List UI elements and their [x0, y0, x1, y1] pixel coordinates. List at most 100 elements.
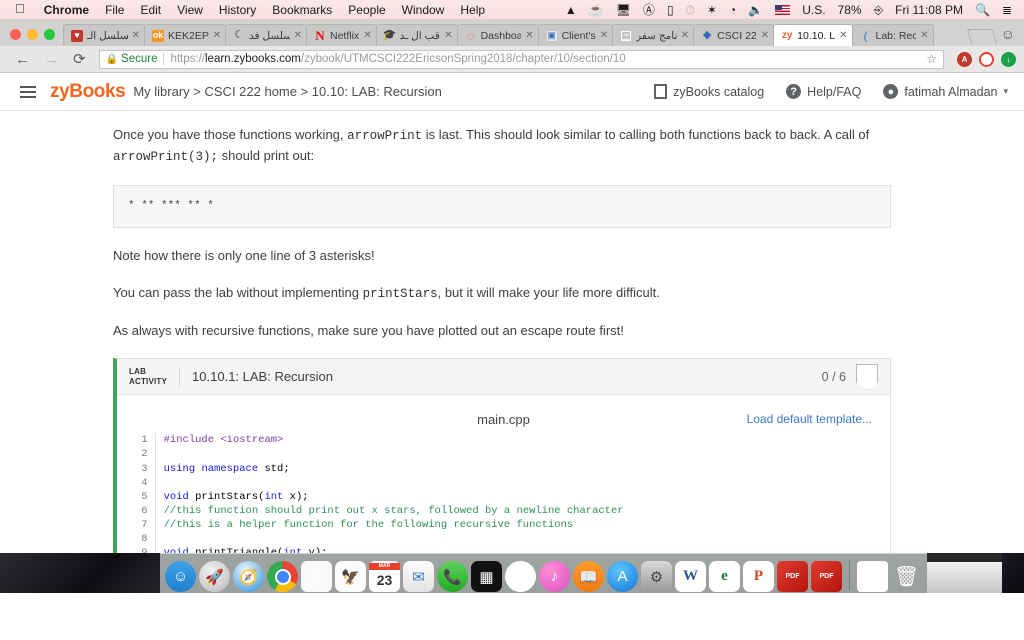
wifi-icon[interactable]: ◔	[723, 4, 742, 16]
zybooks-catalog-link[interactable]: zyBooks catalog	[654, 84, 764, 99]
input-source-label[interactable]: U.S.	[796, 3, 831, 17]
browser-tab[interactable]: ♥ مسلسل الـ✕	[63, 24, 145, 46]
address-bar[interactable]: 🔒 Secure https:// learn.zybooks.com /zyb…	[98, 49, 944, 69]
triangle-icon[interactable]: ▲	[559, 4, 583, 16]
close-tab-icon[interactable]: ✕	[835, 30, 847, 41]
browser-tab[interactable]: ☾ مسلسل فد✕	[225, 24, 307, 46]
menu-bar-clock[interactable]: Fri 11:08 PM	[889, 3, 969, 17]
browser-tab[interactable]: ▤برنامج سفر✕	[612, 24, 695, 46]
pdf-reader-icon[interactable]: PDF	[777, 561, 808, 592]
battery-percent[interactable]: 78%	[832, 3, 868, 17]
menu-item-people[interactable]: People	[340, 3, 393, 17]
load-default-template-link[interactable]: Load default template...	[747, 412, 872, 426]
calendar-icon[interactable]: MAR 23	[369, 561, 400, 592]
photos-icon[interactable]: ❀	[505, 561, 536, 592]
browser-tab[interactable]: 🎓مناقب ال ـد✕	[375, 24, 458, 46]
bluetooth-icon[interactable]: ✶	[701, 4, 723, 16]
download-icon[interactable]: ↓	[1001, 51, 1016, 67]
lab-activity-tag: LAB ACTIVITY	[129, 367, 167, 387]
menu-item-view[interactable]: View	[169, 3, 211, 17]
app-store-icon[interactable]: A	[607, 561, 638, 592]
close-window-button[interactable]	[10, 29, 21, 40]
code-line: using namespace std;	[163, 462, 290, 475]
close-tab-icon[interactable]: ✕	[440, 30, 452, 41]
search-icon[interactable]: 🔍	[969, 4, 996, 16]
battery-charging-icon[interactable]: ⎆	[868, 4, 890, 16]
coffee-cup-icon[interactable]: ☕	[583, 4, 610, 16]
account-icon[interactable]: ☺	[995, 26, 1024, 46]
volume-icon[interactable]: 🔈	[742, 4, 769, 16]
netflix-icon: N	[315, 29, 325, 42]
launchpad-grid-icon[interactable]: ⠿	[301, 561, 332, 592]
menu-item-help[interactable]: Help	[452, 3, 493, 17]
browser-tab[interactable]: ◌ Dashboa ✕	[456, 24, 539, 46]
browser-tab[interactable]: ok KEK2EPI ✕	[144, 24, 226, 46]
evernote-icon[interactable]: Ⓐ	[637, 4, 661, 16]
chrome-icon[interactable]	[267, 561, 298, 592]
forward-button[interactable]: →	[37, 51, 66, 68]
new-tab-button[interactable]	[966, 29, 998, 44]
close-tab-icon[interactable]: ✕	[596, 30, 608, 41]
display-icon[interactable]: 🖥	[610, 4, 637, 16]
apple-menu-icon[interactable]: 	[6, 1, 36, 18]
browser-tab[interactable]: (Lab: Rec ✕	[851, 24, 934, 46]
menu-item-file[interactable]: File	[97, 3, 132, 17]
lab-activity-score: 0 / 6	[821, 369, 846, 384]
hamburger-menu-icon[interactable]	[16, 85, 50, 98]
mail-icon[interactable]: ✉	[403, 561, 434, 592]
close-tab-icon[interactable]: ✕	[209, 30, 221, 41]
launchpad-icon[interactable]: 🚀	[199, 561, 230, 592]
tab-title: مسلسل الـ	[87, 29, 128, 42]
word-icon[interactable]: W	[675, 561, 706, 592]
browser-tab[interactable]: ▣ Client's ✕	[537, 24, 614, 46]
browser-tab[interactable]: ◆ CSCI 22 ✕	[693, 24, 775, 46]
user-menu[interactable]: ● fatimah Almadan ▾	[883, 84, 1008, 99]
menu-item-history[interactable]: History	[211, 3, 264, 17]
preview-icon[interactable]: 🦅	[335, 561, 366, 592]
finder-icon[interactable]: ☺	[165, 561, 196, 592]
input-source-flag[interactable]	[769, 4, 796, 15]
menu-item-window[interactable]: Window	[394, 3, 453, 17]
powerpoint-icon[interactable]: P	[743, 561, 774, 592]
close-tab-icon[interactable]: ✕	[757, 30, 769, 41]
reload-button[interactable]: ⟳	[66, 50, 93, 68]
menu-item-chrome[interactable]: Chrome	[36, 3, 97, 17]
close-tab-icon[interactable]: ✕	[359, 30, 371, 41]
itunes-library-icon[interactable]: ▦	[471, 561, 502, 592]
facetime-icon[interactable]: 📞	[437, 561, 468, 592]
close-tab-icon[interactable]: ✕	[290, 30, 302, 41]
close-tab-icon[interactable]: ✕	[916, 30, 928, 41]
safari-icon[interactable]: 🧭	[233, 561, 264, 592]
line-number: 5	[141, 490, 148, 503]
bookmark-star-icon[interactable]: ☆	[920, 52, 937, 66]
zybooks-catalog-label: zyBooks catalog	[673, 84, 765, 99]
close-tab-icon[interactable]: ✕	[677, 30, 689, 41]
browser-tab[interactable]: zy 10.10. L ✕	[773, 24, 853, 46]
macos-dock-area: ☺ 🚀 🧭 ⠿ 🦅 MAR 23 ✉ 📞 ▦ ❀ ♪ 📖 A ⚙ We P PDF PDF 🗎 🗑	[0, 553, 1024, 593]
omnibox-divider	[163, 53, 165, 65]
clock-icon[interactable]: ⏱	[680, 4, 701, 16]
documents-stack-icon[interactable]: 🗎	[857, 561, 888, 592]
zybooks-logo[interactable]: zyBooks	[50, 81, 126, 103]
help-faq-link[interactable]: ? Help/FAQ	[786, 84, 861, 99]
close-tab-icon[interactable]: ✕	[521, 30, 533, 41]
adblock-plus-icon[interactable]: A	[957, 51, 972, 67]
menu-item-edit[interactable]: Edit	[132, 3, 169, 17]
back-button[interactable]: ←	[8, 51, 37, 68]
airplay-icon[interactable]: ▯	[661, 4, 680, 16]
pdf-reader-2-icon[interactable]: PDF	[811, 561, 842, 592]
browser-tab[interactable]: N Netflix ✕	[306, 24, 377, 46]
excel-icon[interactable]: e	[709, 561, 740, 592]
opera-vpn-icon[interactable]	[979, 51, 994, 67]
music-icon[interactable]: ♪	[539, 561, 570, 592]
maximize-window-button[interactable]	[44, 29, 55, 40]
close-tab-icon[interactable]: ✕	[128, 30, 140, 41]
list-icon[interactable]: ≣	[996, 4, 1018, 16]
system-preferences-icon[interactable]: ⚙	[641, 561, 672, 592]
ibooks-icon[interactable]: 📖	[573, 561, 604, 592]
menu-item-bookmarks[interactable]: Bookmarks	[264, 3, 340, 17]
line-number: 6	[141, 504, 148, 517]
trash-icon[interactable]: 🗑	[891, 561, 922, 592]
minimize-window-button[interactable]	[27, 29, 38, 40]
